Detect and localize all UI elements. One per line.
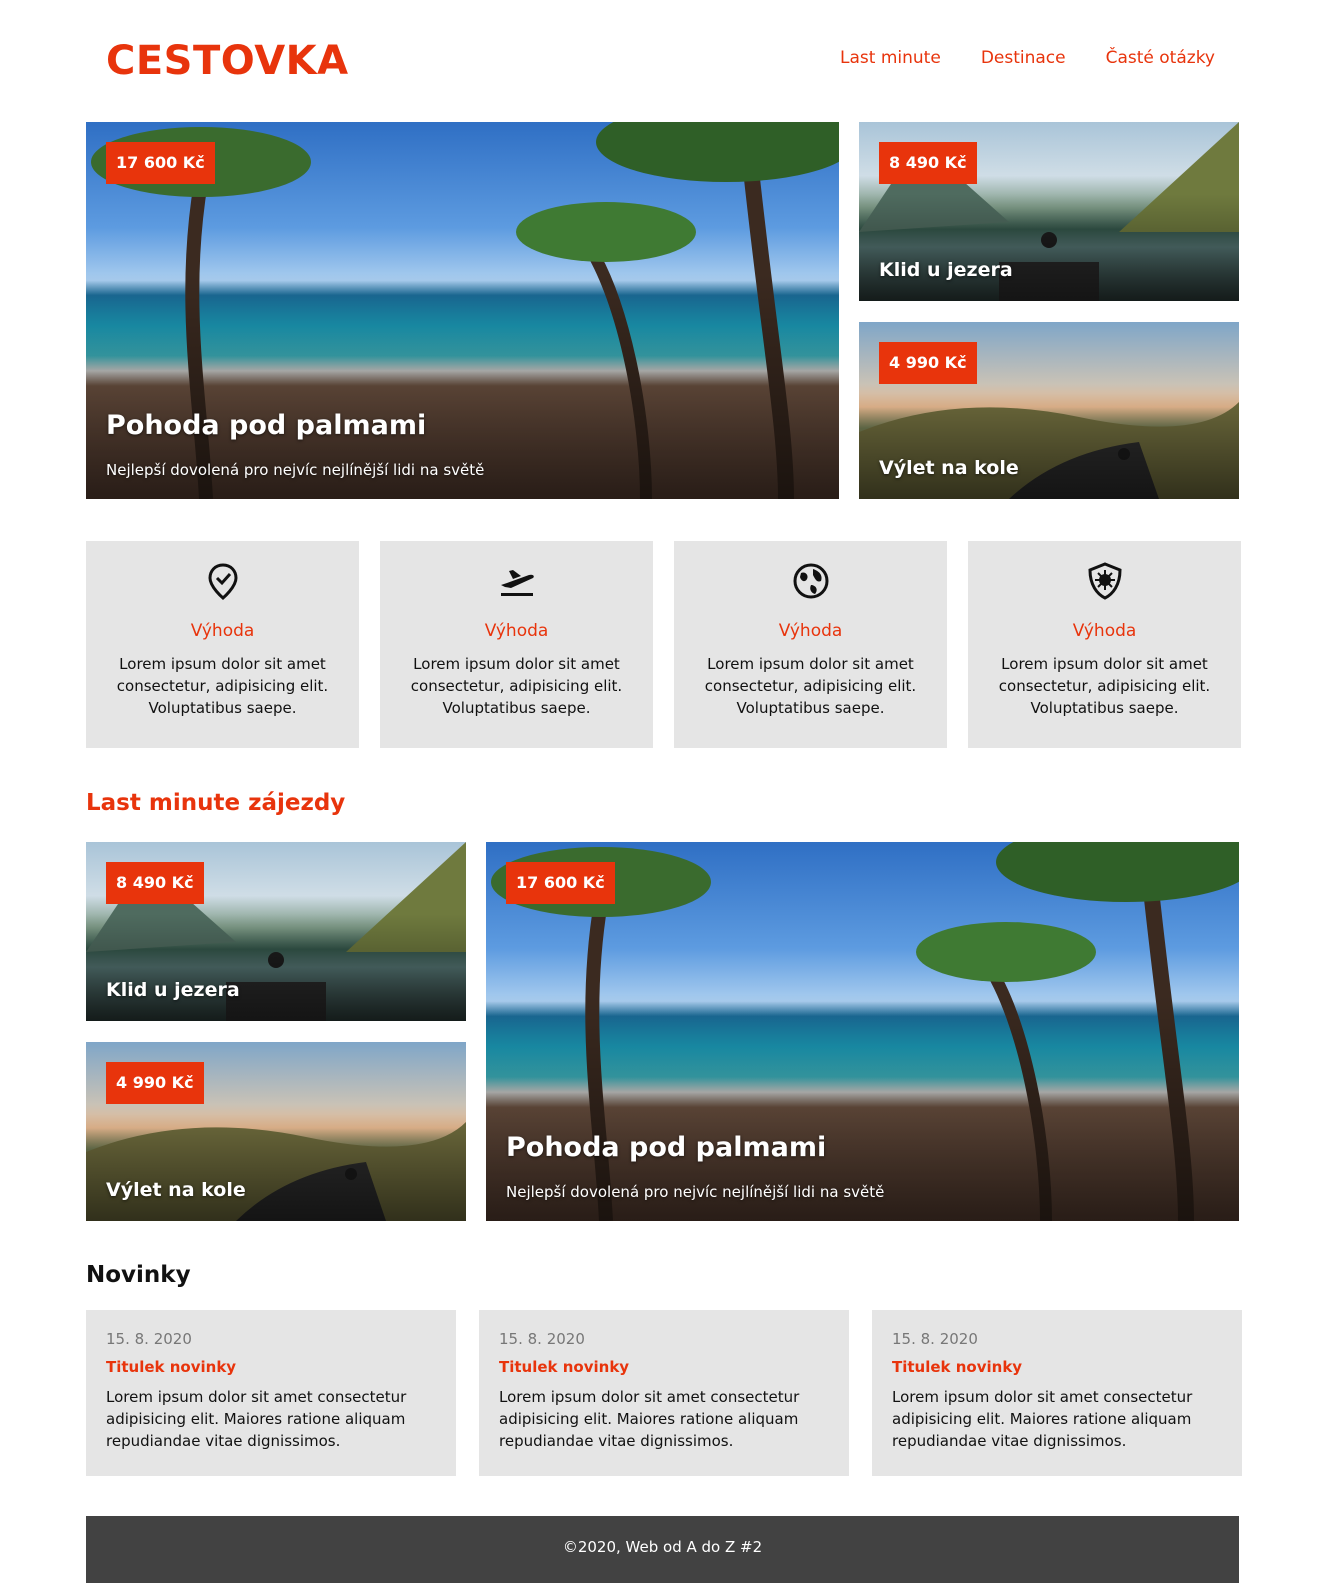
- price-badge: 4 990 Kč: [879, 342, 977, 384]
- news-title[interactable]: Titulek novinky: [892, 1358, 1222, 1376]
- news-title[interactable]: Titulek novinky: [106, 1358, 436, 1376]
- feature-card: Výhoda Lorem ipsum dolor sit amet consec…: [674, 541, 947, 748]
- nav-link-faq[interactable]: Časté otázky: [1106, 48, 1215, 68]
- feature-title: Výhoda: [1072, 621, 1137, 641]
- hero-side-top-tile[interactable]: 8 490 Kč Klid u jezera: [859, 122, 1239, 301]
- nav-link-last-minute[interactable]: Last minute: [840, 48, 941, 68]
- news-date: 15. 8. 2020: [106, 1330, 192, 1348]
- main-nav: Last minute Destinace Časté otázky: [840, 48, 1215, 68]
- last-minute-tile-top[interactable]: 8 490 Kč Klid u jezera: [86, 842, 466, 1021]
- tile-overlay: [86, 913, 466, 1021]
- feature-title: Výhoda: [190, 621, 255, 641]
- nav-link-destinations[interactable]: Destinace: [981, 48, 1066, 68]
- tile-title: Klid u jezera: [879, 259, 1013, 281]
- price-badge: 8 490 Kč: [106, 862, 204, 904]
- shield-virus-icon: [1087, 562, 1122, 600]
- feature-card: Výhoda Lorem ipsum dolor sit amet consec…: [86, 541, 359, 748]
- tile-overlay: [859, 193, 1239, 301]
- news-card: 15. 8. 2020 Titulek novinky Lorem ipsum …: [872, 1310, 1242, 1476]
- news-heading: Novinky: [86, 1262, 191, 1288]
- feature-text: Lorem ipsum dolor sit amet consectetur, …: [704, 655, 917, 717]
- news-card: 15. 8. 2020 Titulek novinky Lorem ipsum …: [479, 1310, 849, 1476]
- tile-overlay: [86, 1113, 466, 1221]
- tile-overlay: [859, 392, 1239, 499]
- news-date: 15. 8. 2020: [499, 1330, 585, 1348]
- tile-description: Nejlepší dovolená pro nejvíc nejlínější …: [106, 461, 485, 479]
- news-card: 15. 8. 2020 Titulek novinky Lorem ipsum …: [86, 1310, 456, 1476]
- feature-title: Výhoda: [778, 621, 843, 641]
- news-text: Lorem ipsum dolor sit amet consectetur a…: [892, 1388, 1193, 1450]
- tile-description: Nejlepší dovolená pro nejvíc nejlínější …: [506, 1183, 885, 1201]
- feature-text: Lorem ipsum dolor sit amet consectetur, …: [410, 655, 623, 717]
- price-badge: 17 600 Kč: [106, 142, 215, 184]
- last-minute-heading: Last minute zájezdy: [86, 790, 346, 816]
- news-text: Lorem ipsum dolor sit amet consectetur a…: [499, 1388, 800, 1450]
- news-date: 15. 8. 2020: [892, 1330, 978, 1348]
- hero-main-tile[interactable]: 17 600 Kč Pohoda pod palmami Nejlepší do…: [86, 122, 839, 499]
- tile-title: Klid u jezera: [106, 979, 240, 1001]
- feature-text: Lorem ipsum dolor sit amet consectetur, …: [116, 655, 329, 717]
- price-badge: 17 600 Kč: [506, 862, 615, 904]
- site-logo[interactable]: CESTOVKA: [106, 38, 349, 84]
- news-text: Lorem ipsum dolor sit amet consectetur a…: [106, 1388, 407, 1450]
- last-minute-main-tile[interactable]: 17 600 Kč Pohoda pod palmami Nejlepší do…: [486, 842, 1239, 1221]
- news-title[interactable]: Titulek novinky: [499, 1358, 829, 1376]
- tile-title: Výlet na kole: [879, 457, 1019, 479]
- tile-title: Výlet na kole: [106, 1179, 246, 1201]
- price-badge: 4 990 Kč: [106, 1062, 204, 1104]
- feature-card: Výhoda Lorem ipsum dolor sit amet consec…: [968, 541, 1241, 748]
- feature-title: Výhoda: [484, 621, 549, 641]
- tile-title: Pohoda pod palmami: [106, 410, 427, 441]
- last-minute-tile-bottom[interactable]: 4 990 Kč Výlet na kole: [86, 1042, 466, 1221]
- feature-card: Výhoda Lorem ipsum dolor sit amet consec…: [380, 541, 653, 748]
- tile-title: Pohoda pod palmami: [506, 1132, 827, 1163]
- plane-takeoff-icon: [500, 570, 534, 596]
- price-badge: 8 490 Kč: [879, 142, 977, 184]
- hero-side-bottom-tile[interactable]: 4 990 Kč Výlet na kole: [859, 322, 1239, 499]
- globe-icon: [793, 563, 828, 599]
- site-footer: ©2020, Web od A do Z #2: [86, 1516, 1239, 1583]
- map-pin-check-icon: [207, 563, 238, 600]
- feature-text: Lorem ipsum dolor sit amet consectetur, …: [998, 655, 1211, 717]
